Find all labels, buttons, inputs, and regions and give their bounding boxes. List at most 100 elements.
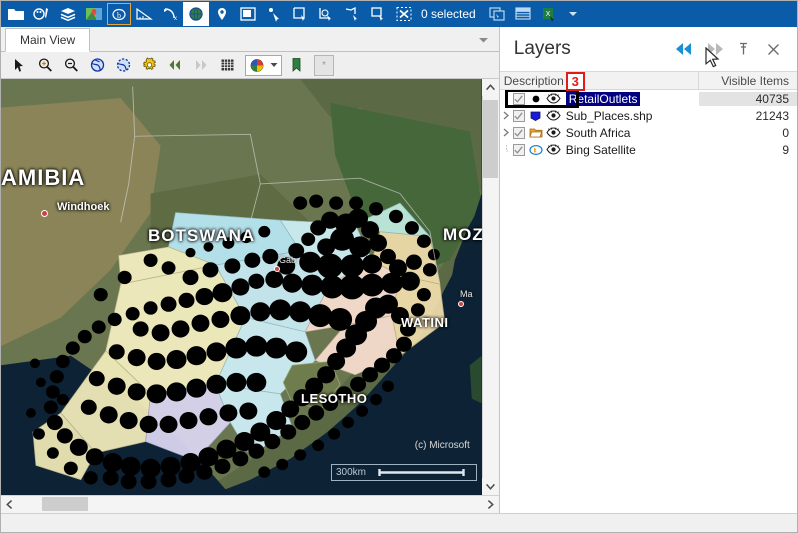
column-header-description[interactable]: Description: [500, 72, 699, 89]
settings-gear-icon[interactable]: [137, 54, 161, 76]
tree-expander-icon[interactable]: [500, 107, 513, 124]
layer-visible-items-value: 21243: [755, 108, 789, 123]
layer-visible-items-value: 0: [782, 125, 789, 140]
color-palette-icon[interactable]: [245, 54, 282, 76]
svg-text:b: b: [117, 11, 121, 20]
location-pin-icon[interactable]: [209, 2, 235, 26]
close-icon[interactable]: [763, 39, 783, 59]
selection-count-label: 0 selected: [421, 7, 476, 21]
expand-right-icon[interactable]: [703, 39, 723, 59]
layer-name-label: Sub_Places.shp: [565, 108, 653, 123]
vscroll-thumb[interactable]: [483, 100, 499, 178]
bookmark-icon[interactable]: [284, 54, 308, 76]
nav-forward-icon[interactable]: [189, 54, 213, 76]
point-symbol-icon: [528, 92, 544, 106]
export-excel-icon[interactable]: X: [536, 2, 562, 26]
select-none-icon[interactable]: [391, 2, 417, 26]
zoom-in-icon[interactable]: [33, 54, 57, 76]
style-palette-icon[interactable]: [29, 2, 55, 26]
layer-row-left: RetailOutlets: [500, 90, 699, 107]
annotation-badge-3: 3: [565, 72, 585, 91]
eye-icon[interactable]: [546, 109, 562, 123]
select-touch-icon[interactable]: [365, 2, 391, 26]
tree-expander-placeholder: [500, 90, 513, 107]
layer-row-left: Sub_Places.shp: [500, 107, 699, 124]
table-icon[interactable]: [510, 2, 536, 26]
tab-overflow-icon[interactable]: [478, 36, 489, 46]
hscroll-track[interactable]: [18, 496, 482, 513]
layers-stack-icon[interactable]: [55, 2, 81, 26]
layer-visibility-checkbox[interactable]: [512, 143, 525, 156]
layer-row-left: South Africa: [500, 124, 699, 141]
table-row[interactable]: Sub_Places.shp 21243: [500, 107, 797, 124]
map-horizontal-scrollbar[interactable]: [1, 495, 499, 513]
layer-name-label: South Africa: [565, 125, 631, 140]
layer-visible-items-value: 40735: [698, 91, 797, 106]
globe-fit-icon[interactable]: [111, 54, 135, 76]
table-row[interactable]: Bing Satellite 9: [500, 141, 797, 158]
select-circle-icon[interactable]: [313, 2, 339, 26]
tab-main-view[interactable]: Main View: [5, 28, 91, 52]
pointer-tool-icon[interactable]: [7, 54, 31, 76]
layer-row-left: Bing Satellite: [500, 141, 699, 158]
page-title: Layers: [513, 38, 571, 59]
scroll-left-icon[interactable]: [1, 496, 18, 513]
copy-selection-icon[interactable]: [484, 2, 510, 26]
zoom-out-icon[interactable]: [59, 54, 83, 76]
map-render: [1, 79, 482, 495]
map-vertical-scrollbar[interactable]: [481, 79, 500, 495]
globe-icon[interactable]: [183, 2, 209, 26]
hscroll-thumb[interactable]: [42, 497, 88, 511]
eye-icon[interactable]: [546, 92, 562, 106]
svg-text:X: X: [545, 11, 550, 18]
layer-visibility-checkbox[interactable]: [512, 92, 525, 105]
eye-icon[interactable]: [546, 126, 562, 140]
measure-icon[interactable]: [131, 2, 157, 26]
layers-pane: Layers Description Visible Items 3 Retai…: [498, 27, 797, 513]
layers-column-header: Description Visible Items 3: [499, 71, 797, 91]
scroll-right-icon[interactable]: [482, 496, 499, 513]
map-pin-icon[interactable]: [81, 2, 107, 26]
layer-visibility-checkbox[interactable]: [512, 109, 525, 122]
tree-leaf-marker: [500, 141, 513, 158]
bing-symbol-icon: [528, 143, 544, 157]
overflow-caret-icon[interactable]: [562, 2, 584, 26]
tree-expander-icon[interactable]: [500, 124, 513, 141]
collapse-left-icon[interactable]: [673, 39, 693, 59]
layer-visible-items-value: 9: [782, 142, 789, 157]
globe-blue-icon[interactable]: [85, 54, 109, 76]
column-header-visible-items[interactable]: Visible Items: [699, 72, 797, 89]
layers-pane-header: Layers: [499, 27, 797, 71]
layer-name-label: Bing Satellite: [565, 142, 636, 157]
svg-text:x: x: [174, 16, 177, 22]
layer-name-label: RetailOutlets: [565, 91, 641, 106]
grid-icon[interactable]: [215, 54, 239, 76]
nav-back-icon[interactable]: [163, 54, 187, 76]
select-lasso-icon[interactable]: [339, 2, 365, 26]
star-button[interactable]: *: [314, 54, 334, 76]
select-box-icon[interactable]: [287, 2, 313, 26]
map-canvas[interactable]: AMIBIA BOTSWANA MOZ WATINI LESOTHO Windh…: [1, 79, 482, 495]
transform-icon[interactable]: x: [157, 2, 183, 26]
open-folder-icon[interactable]: [3, 2, 29, 26]
map-container: AMIBIA BOTSWANA MOZ WATINI LESOTHO Windh…: [1, 79, 500, 495]
layout-icon[interactable]: [235, 2, 261, 26]
document-area: Main View * AMIBIA BOTSWANA MOZ WATINI L…: [1, 27, 500, 513]
pane-action-group: [673, 39, 789, 59]
pin-icon[interactable]: [733, 39, 753, 59]
bing-icon[interactable]: b: [107, 3, 131, 25]
status-bar: [1, 513, 797, 532]
eye-icon[interactable]: [546, 143, 562, 157]
main-toolbar: b x 0 selected X: [1, 1, 797, 27]
map-toolbar: *: [1, 52, 499, 79]
polygon-symbol-icon: [528, 109, 544, 123]
table-row[interactable]: RetailOutlets 40735: [500, 90, 797, 108]
vscroll-track[interactable]: [482, 96, 499, 478]
scroll-down-icon[interactable]: [482, 478, 500, 495]
layer-tree: RetailOutlets 40735 Sub_Places.shp 21243…: [499, 90, 797, 513]
select-point-icon[interactable]: [261, 2, 287, 26]
tab-label: Main View: [20, 33, 76, 47]
scroll-up-icon[interactable]: [482, 79, 500, 96]
layer-visibility-checkbox[interactable]: [512, 126, 525, 139]
table-row[interactable]: South Africa 0: [500, 124, 797, 141]
